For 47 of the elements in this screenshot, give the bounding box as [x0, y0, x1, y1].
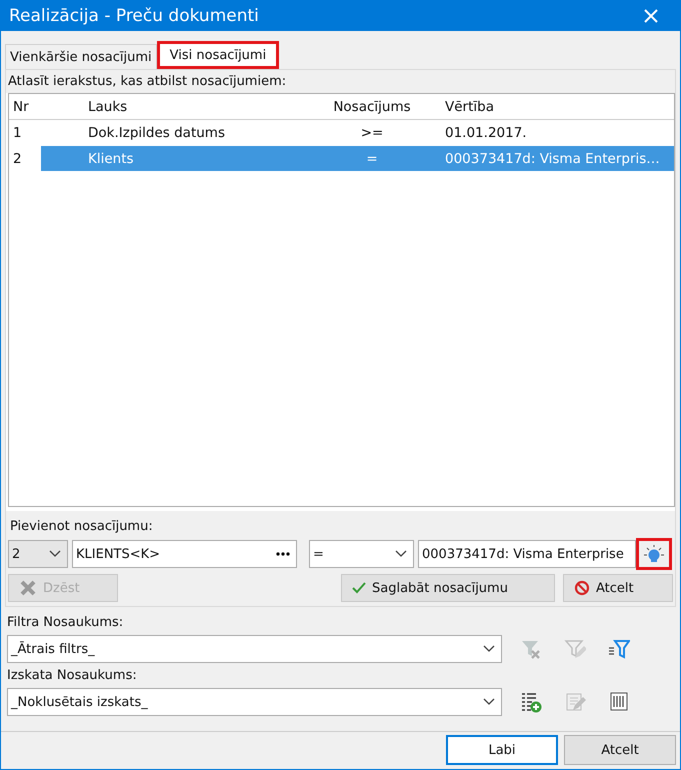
list-caption: Atlasīt ierakstus, kas atbilst nosacījumiem: [6, 70, 675, 93]
lookup-button[interactable] [636, 538, 672, 570]
x-icon [19, 579, 37, 597]
save-condition-button[interactable]: Saglabāt nosacījumu [341, 574, 555, 602]
column-header: Vērtība [444, 98, 495, 114]
table-cell-text: Klients [87, 150, 135, 166]
table-cell-text: >= [360, 124, 384, 140]
columns-icon [608, 691, 630, 713]
edit-icon [564, 691, 586, 713]
dialog-button[interactable]: Labi [446, 735, 558, 765]
table-cell-text: Dok.Izpildes datums [87, 124, 226, 140]
chevron-down-icon [483, 645, 495, 653]
operator-dropdown[interactable]: = [309, 540, 414, 568]
value-input[interactable]: 000373417d: Visma Enterprise [418, 540, 636, 568]
chevron-down-icon [395, 550, 407, 558]
table-cell-text: = [365, 150, 379, 166]
table-row[interactable]: 2 Klients = 000373417d: Visma Enterpris… [9, 146, 674, 172]
tab[interactable]: Visi nosacījumi [156, 41, 280, 69]
funnel-pencil-icon [564, 638, 586, 660]
table-cell-text: 01.01.2017. [444, 124, 528, 140]
no-entry-icon [574, 580, 590, 596]
light-bulb-icon [643, 545, 665, 563]
checkmark-icon [352, 582, 366, 594]
number-dropdown[interactable]: 2 [8, 540, 68, 568]
dropdown-field[interactable]: _Ātrais filtrs_ [7, 635, 502, 663]
funnel-delete-icon [520, 638, 542, 660]
list-add-icon [520, 691, 542, 713]
close-icon[interactable] [644, 9, 658, 23]
chevron-down-icon [49, 550, 61, 558]
group-caption: Pievienot nosacījumu: [9, 519, 154, 534]
chevron-down-icon [483, 698, 495, 706]
funnel-icon [608, 638, 630, 660]
table-cell: 2 [9, 146, 41, 171]
ellipsis-icon [276, 552, 290, 556]
window-title: Realizācija - Preču dokumenti [9, 6, 259, 26]
column-header: Nosacījums [332, 98, 412, 114]
table-cell-text: 1 [12, 124, 23, 142]
column-header: Nr [12, 98, 30, 114]
view-name-label: Izskata Nosaukums: [7, 668, 138, 683]
field-input[interactable]: KLIENTS<K> [72, 540, 297, 568]
column-header: Lauks [87, 98, 128, 114]
tab[interactable]: Vienkāršie nosacījumi [5, 44, 157, 69]
dialog-button[interactable]: Atcelt [564, 735, 676, 765]
dropdown-field[interactable]: _Noklusētais izskats_ [7, 688, 502, 716]
filter-name-label: Filtra Nosaukums: [7, 615, 124, 630]
cancel-condition-button[interactable]: Atcelt [563, 574, 673, 602]
table-cell-text: 000373417d: Visma Enterpris… [444, 150, 661, 166]
